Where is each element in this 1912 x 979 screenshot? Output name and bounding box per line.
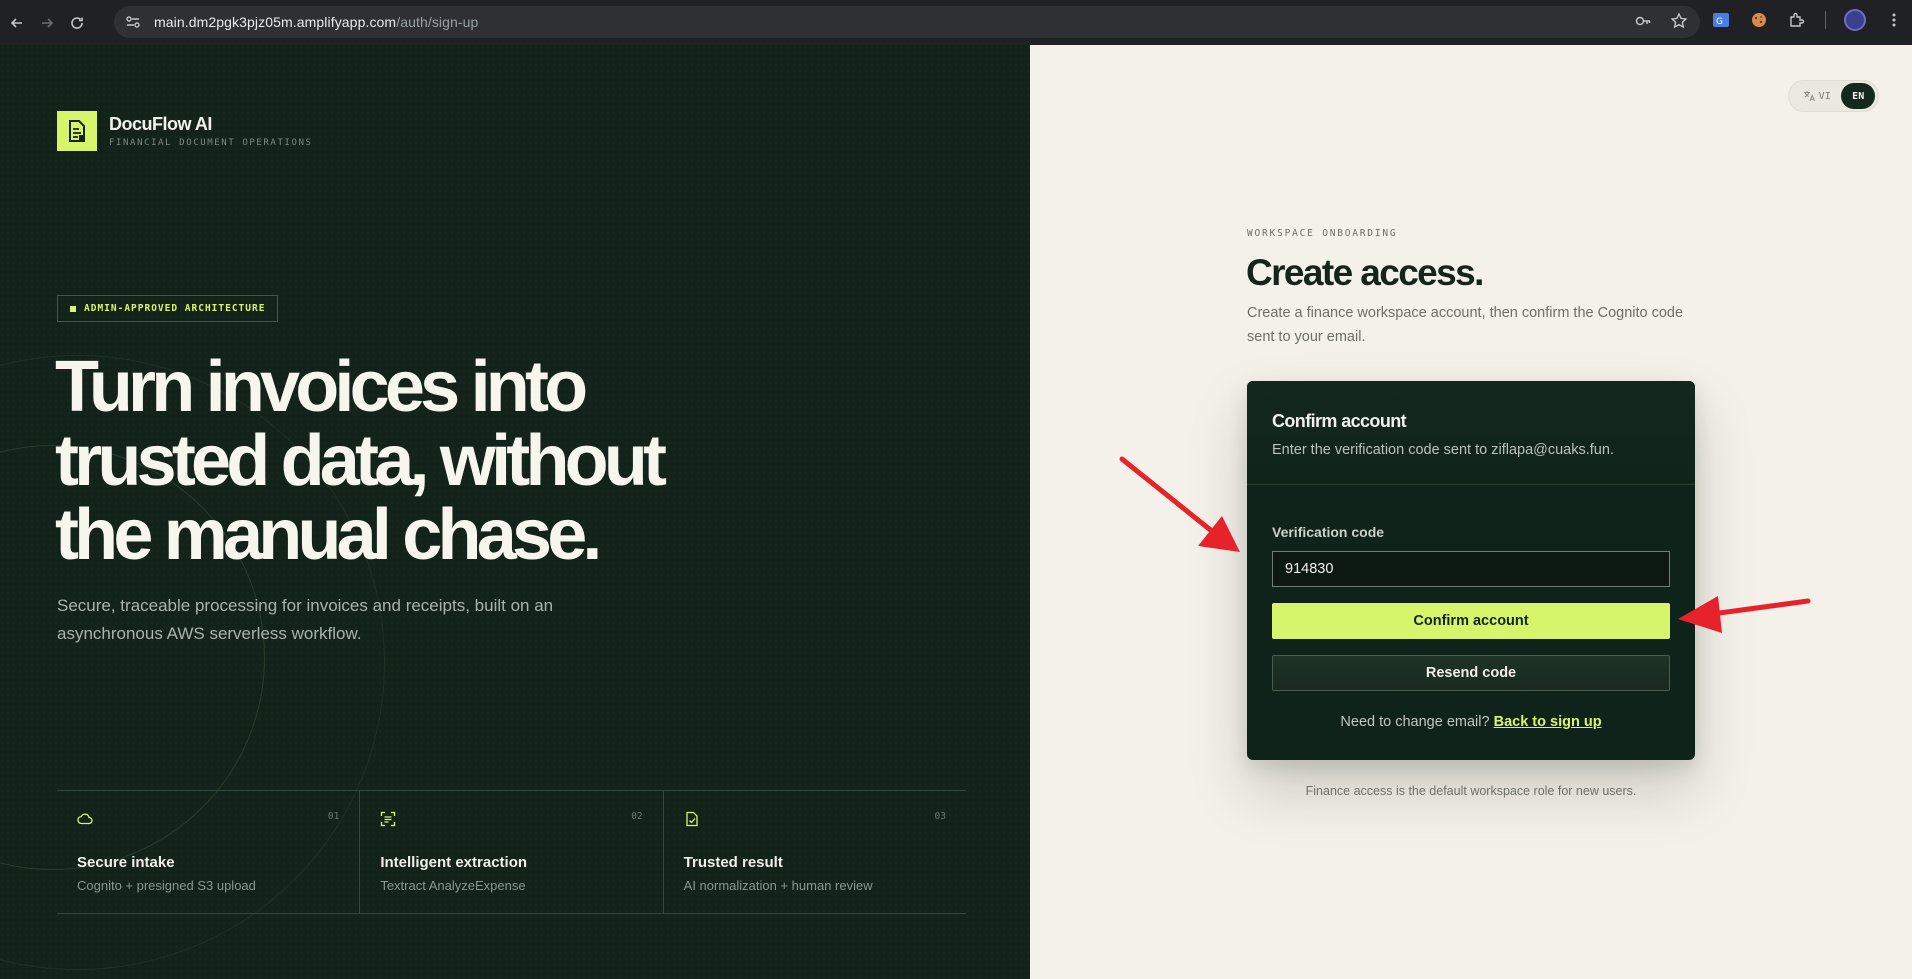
feature-title: Secure intake xyxy=(77,854,175,871)
scan-icon xyxy=(381,811,396,827)
hero-line: the manual chase. xyxy=(55,495,602,575)
page-description: Create a finance workspace account, then… xyxy=(1247,305,1684,345)
feature-number: 01 xyxy=(327,811,340,822)
language-option-vi[interactable]: VI xyxy=(1792,83,1841,109)
address-bar[interactable]: main.dm2pgk3pjz05m.amplifyapp.com/auth/s… xyxy=(114,6,1700,38)
badge-label: ADMIN-APPROVED ARCHITECTURE xyxy=(84,303,266,314)
menu-kebab-icon[interactable] xyxy=(1884,10,1904,30)
hero-headline: Turn invoices into trusted data, without… xyxy=(55,350,815,572)
toolbar-separator xyxy=(1825,11,1826,29)
cookie-extension-icon[interactable] xyxy=(1749,10,1769,30)
file-check-icon xyxy=(686,811,698,827)
feature-title: Trusted result xyxy=(683,854,783,871)
cloud-icon xyxy=(77,813,93,825)
card-subtitle: Enter the verification code sent to zifl… xyxy=(1272,442,1614,458)
verification-code-label: Verification code xyxy=(1272,524,1385,540)
password-key-icon[interactable] xyxy=(1634,12,1652,30)
architecture-badge: ADMIN-APPROVED ARCHITECTURE xyxy=(57,295,279,322)
feature-card: 02 Intelligent extraction Textract Analy… xyxy=(360,791,664,913)
back-icon[interactable] xyxy=(4,10,30,36)
logo-document-icon xyxy=(57,111,97,151)
change-email-prompt: Need to change email? Back to sign up xyxy=(1247,714,1695,730)
resend-code-button[interactable]: Resend code xyxy=(1272,655,1670,691)
hero-subtext: Secure, traceable processing for invoice… xyxy=(57,596,554,643)
confirm-account-card: Confirm account Enter the verification c… xyxy=(1247,381,1695,760)
reload-icon[interactable] xyxy=(64,10,90,36)
bookmark-star-icon[interactable] xyxy=(1670,12,1688,30)
feature-title: Intelligent extraction xyxy=(380,854,528,871)
card-header: Confirm account Enter the verification c… xyxy=(1247,381,1695,485)
language-option-en[interactable]: EN xyxy=(1841,83,1875,109)
extensions-puzzle-icon[interactable] xyxy=(1787,10,1807,30)
language-vi-label: VI xyxy=(1818,90,1831,102)
url-host: main.dm2pgk3pjz05m.amplifyapp.com xyxy=(154,14,397,30)
feature-number: 03 xyxy=(934,811,946,822)
svg-text:G: G xyxy=(1716,17,1723,27)
brand-tagline: FINANCIAL DOCUMENT OPERATIONS xyxy=(109,138,313,148)
hero-panel: DocuFlow AI FINANCIAL DOCUMENT OPERATION… xyxy=(0,45,1030,979)
role-note: Finance access is the default workspace … xyxy=(1305,784,1637,798)
page-title: Create access. xyxy=(1246,252,1484,293)
badge-dot-icon xyxy=(70,305,76,312)
profile-avatar[interactable] xyxy=(1844,9,1866,31)
change-email-text: Need to change email? xyxy=(1340,714,1490,730)
forward-icon[interactable] xyxy=(34,10,60,36)
site-settings-icon[interactable] xyxy=(124,13,142,31)
browser-toolbar: main.dm2pgk3pjz05m.amplifyapp.com/auth/s… xyxy=(0,0,1912,45)
onboarding-eyebrow: WORKSPACE ONBOARDING xyxy=(1247,228,1398,239)
hero-line: trusted data, without xyxy=(55,421,667,501)
feature-number: 02 xyxy=(631,811,643,822)
feature-description: Textract AnalyzeExpense xyxy=(380,878,526,893)
feature-description: AI normalization + human review xyxy=(683,878,873,893)
verification-code-input[interactable]: 914830 xyxy=(1272,551,1670,587)
language-switcher[interactable]: VI EN xyxy=(1788,80,1879,112)
back-to-sign-up-link[interactable]: Back to sign up xyxy=(1494,714,1602,730)
hero-line: Turn invoices into xyxy=(55,347,588,427)
translate-extension-icon[interactable]: G xyxy=(1711,10,1731,30)
feature-description: Cognito + presigned S3 upload xyxy=(77,878,256,893)
feature-card: 03 Trusted result AI normalization + hum… xyxy=(664,791,966,913)
url-path: /auth/sign-up xyxy=(396,14,479,30)
card-title: Confirm account xyxy=(1272,411,1407,431)
brand[interactable]: DocuFlow AI FINANCIAL DOCUMENT OPERATION… xyxy=(57,111,313,151)
feature-strip: 01 Secure intake Cognito + presigned S3 … xyxy=(57,790,966,914)
feature-card: 01 Secure intake Cognito + presigned S3 … xyxy=(57,791,361,913)
brand-name: DocuFlow AI xyxy=(109,114,212,134)
confirm-account-button[interactable]: Confirm account xyxy=(1272,603,1670,639)
url-text: main.dm2pgk3pjz05m.amplifyapp.com/auth/s… xyxy=(154,14,478,30)
translate-icon xyxy=(1803,91,1815,102)
